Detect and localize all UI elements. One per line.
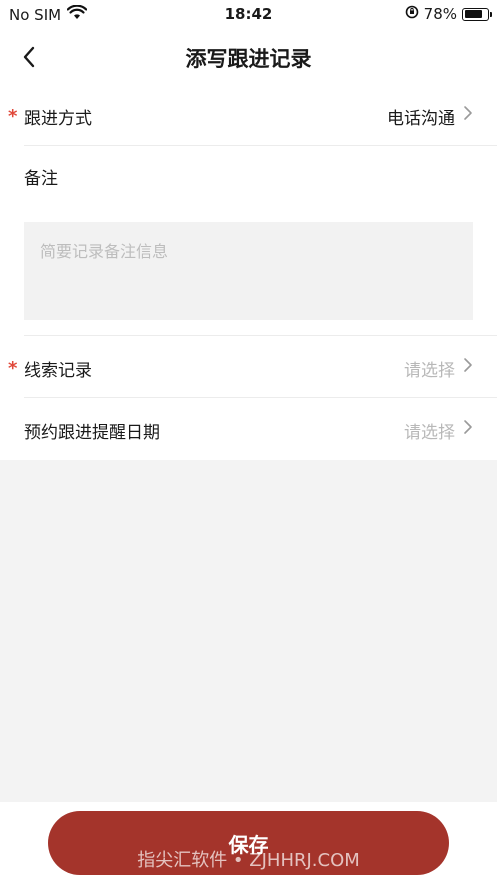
battery-percent: 78% <box>423 5 457 23</box>
bottom-bar: 保存 <box>0 802 497 883</box>
chevron-right-icon <box>463 419 473 439</box>
note-section: 备注 <box>24 146 497 336</box>
status-right: 78% <box>405 5 492 23</box>
note-label: 备注 <box>24 169 58 189</box>
lead-record-label: 线索记录 <box>24 361 92 381</box>
note-input[interactable] <box>24 222 473 320</box>
chevron-right-icon <box>463 357 473 377</box>
follow-method-value: 电话沟通 <box>387 109 455 129</box>
reminder-date-value: 请选择 <box>404 423 455 443</box>
orientation-lock-icon <box>405 5 419 23</box>
follow-method-row[interactable]: * 跟进方式 电话沟通 <box>8 84 497 146</box>
status-bar: No SIM 18:42 78% <box>0 0 497 30</box>
page-title: 添写跟进记录 <box>185 47 312 71</box>
required-mark: * <box>8 358 18 379</box>
follow-method-label: 跟进方式 <box>24 109 92 129</box>
required-mark: * <box>8 106 18 127</box>
battery-fill <box>464 10 482 18</box>
nav-bar: 添写跟进记录 <box>0 30 497 84</box>
lead-record-row[interactable]: * 线索记录 请选择 <box>8 336 497 398</box>
save-button[interactable]: 保存 <box>48 811 449 875</box>
follow-up-form: * 跟进方式 电话沟通 备注 * 线索记录 请选择 预约跟进提醒日期 请选择 <box>0 84 497 460</box>
reminder-date-label: 预约跟进提醒日期 <box>24 423 160 443</box>
lead-record-value: 请选择 <box>404 361 455 381</box>
reminder-date-row[interactable]: 预约跟进提醒日期 请选择 <box>24 398 497 460</box>
battery-icon <box>462 7 492 21</box>
chevron-right-icon <box>463 105 473 125</box>
